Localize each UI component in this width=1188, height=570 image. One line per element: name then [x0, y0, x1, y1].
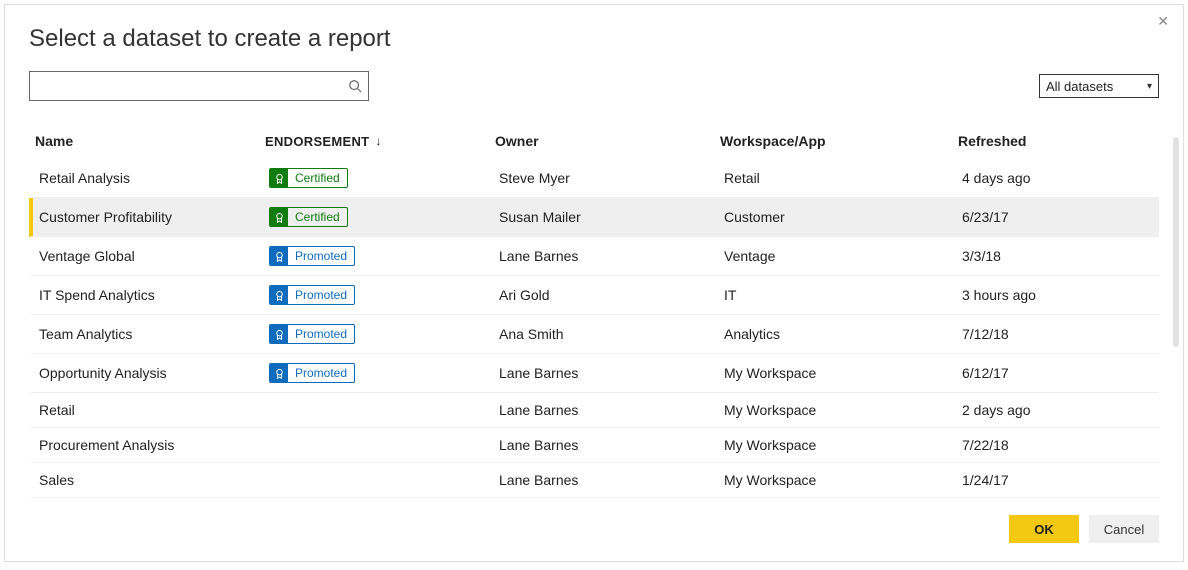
cell-name: Opportunity Analysis — [39, 365, 269, 381]
cell-workspace: My Workspace — [724, 402, 962, 418]
endorsement-badge-label: Certified — [288, 169, 347, 187]
dataset-filter-label: All datasets — [1046, 79, 1113, 94]
col-endorsement-label: Endorsement — [265, 134, 369, 149]
endorsement-badge-certified: Certified — [269, 168, 348, 188]
cell-workspace: Retail — [724, 170, 962, 186]
search-box[interactable] — [29, 71, 369, 101]
table-row[interactable]: IT Spend Analytics Promoted Ari GoldIT3 ho… — [29, 276, 1159, 315]
ribbon-icon — [270, 247, 288, 265]
cell-owner: Susan Mailer — [499, 209, 724, 225]
endorsement-badge-label: Promoted — [288, 364, 354, 382]
search-icon — [348, 79, 362, 93]
col-name[interactable]: Name — [35, 133, 265, 149]
cell-owner: Ari Gold — [499, 287, 724, 303]
cell-endorsement: Promoted — [269, 324, 499, 344]
table-row[interactable]: Team Analytics Promoted Ana SmithAnalytics… — [29, 315, 1159, 354]
cell-name: Customer Profitability — [39, 209, 269, 225]
close-icon[interactable]: ✕ — [1157, 13, 1169, 30]
cell-name: Procurement Analysis — [39, 437, 269, 453]
endorsement-badge-certified: Certified — [269, 207, 348, 227]
cell-owner: Lane Barnes — [499, 365, 724, 381]
dialog-title: Select a dataset to create a report — [29, 25, 1159, 53]
dataset-table: Name Endorsement ↓ Owner Workspace/App R… — [29, 125, 1159, 498]
cell-name: Sales — [39, 472, 269, 488]
cell-refreshed: 3/3/18 — [962, 248, 1159, 264]
cancel-button[interactable]: Cancel — [1089, 515, 1159, 543]
cell-refreshed: 7/12/18 — [962, 326, 1159, 342]
cell-refreshed: 3 hours ago — [962, 287, 1159, 303]
cell-workspace: My Workspace — [724, 365, 962, 381]
table-header: Name Endorsement ↓ Owner Workspace/App R… — [29, 125, 1159, 159]
endorsement-badge-promoted: Promoted — [269, 324, 355, 344]
ribbon-icon — [270, 208, 288, 226]
endorsement-badge-promoted: Promoted — [269, 285, 355, 305]
ribbon-icon — [270, 325, 288, 343]
cell-name: Retail Analysis — [39, 170, 269, 186]
cell-endorsement: Promoted — [269, 363, 499, 383]
cell-owner: Lane Barnes — [499, 248, 724, 264]
cell-owner: Steve Myer — [499, 170, 724, 186]
cell-name: Team Analytics — [39, 326, 269, 342]
cell-endorsement: Certified — [269, 168, 499, 188]
cell-owner: Lane Barnes — [499, 472, 724, 488]
cell-refreshed: 6/23/17 — [962, 209, 1159, 225]
ok-button[interactable]: OK — [1009, 515, 1079, 543]
ribbon-icon — [270, 286, 288, 304]
scrollbar[interactable] — [1173, 137, 1179, 347]
table-body: Retail AnalysisCertifiedSteve MyerRetail… — [29, 159, 1159, 498]
table-row[interactable]: Retail Analysis Certified Steve MyerRetail… — [29, 159, 1159, 198]
ribbon-icon — [270, 169, 288, 187]
ribbon-icon — [270, 364, 288, 382]
table-row[interactable]: Ventage Global Promoted Lane BarnesVentage… — [29, 237, 1159, 276]
table-row[interactable]: Sales Lane BarnesMy Workspace1/24/17 — [29, 463, 1159, 498]
endorsement-badge-label: Promoted — [288, 247, 354, 265]
cell-owner: Ana Smith — [499, 326, 724, 342]
cell-owner: Lane Barnes — [499, 402, 724, 418]
cell-owner: Lane Barnes — [499, 437, 724, 453]
cell-name: Ventage Global — [39, 248, 269, 264]
sort-arrow-icon: ↓ — [375, 134, 381, 148]
cell-endorsement: Certified — [269, 207, 499, 227]
cell-workspace: Ventage — [724, 248, 962, 264]
dialog-footer: OK Cancel — [1009, 515, 1159, 543]
endorsement-badge-promoted: Promoted — [269, 246, 355, 266]
cell-endorsement: Promoted — [269, 246, 499, 266]
cell-endorsement: Promoted — [269, 285, 499, 305]
col-refreshed[interactable]: Refreshed — [958, 133, 1159, 149]
cell-workspace: Customer — [724, 209, 962, 225]
search-input[interactable] — [38, 77, 348, 95]
cell-workspace: My Workspace — [724, 472, 962, 488]
table-row[interactable]: Opportunity Analysis Promoted Lane BarnesM… — [29, 354, 1159, 393]
endorsement-badge-label: Certified — [288, 208, 347, 226]
table-row[interactable]: Procurement Analysis Lane BarnesMy Worksp… — [29, 428, 1159, 463]
cell-name: Retail — [39, 402, 269, 418]
cell-workspace: Analytics — [724, 326, 962, 342]
table-row[interactable]: Retail Lane BarnesMy Workspace2 days ago — [29, 393, 1159, 428]
endorsement-badge-promoted: Promoted — [269, 363, 355, 383]
cell-refreshed: 7/22/18 — [962, 437, 1159, 453]
cell-refreshed: 1/24/17 — [962, 472, 1159, 488]
dataset-filter-select[interactable]: All datasets ▾ — [1039, 74, 1159, 98]
cell-workspace: My Workspace — [724, 437, 962, 453]
cell-refreshed: 4 days ago — [962, 170, 1159, 186]
col-endorsement[interactable]: Endorsement ↓ — [265, 134, 495, 149]
endorsement-badge-label: Promoted — [288, 286, 354, 304]
cell-name: IT Spend Analytics — [39, 287, 269, 303]
col-workspace[interactable]: Workspace/App — [720, 133, 958, 149]
cell-workspace: IT — [724, 287, 962, 303]
dialog: ✕ Select a dataset to create a report Al… — [4, 4, 1184, 562]
cell-refreshed: 6/12/17 — [962, 365, 1159, 381]
toolbar: All datasets ▾ — [29, 71, 1159, 101]
col-owner[interactable]: Owner — [495, 133, 720, 149]
endorsement-badge-label: Promoted — [288, 325, 354, 343]
chevron-down-icon: ▾ — [1147, 81, 1152, 92]
cell-refreshed: 2 days ago — [962, 402, 1159, 418]
table-row[interactable]: Customer Profitability Certified Susan Mai… — [29, 198, 1159, 237]
